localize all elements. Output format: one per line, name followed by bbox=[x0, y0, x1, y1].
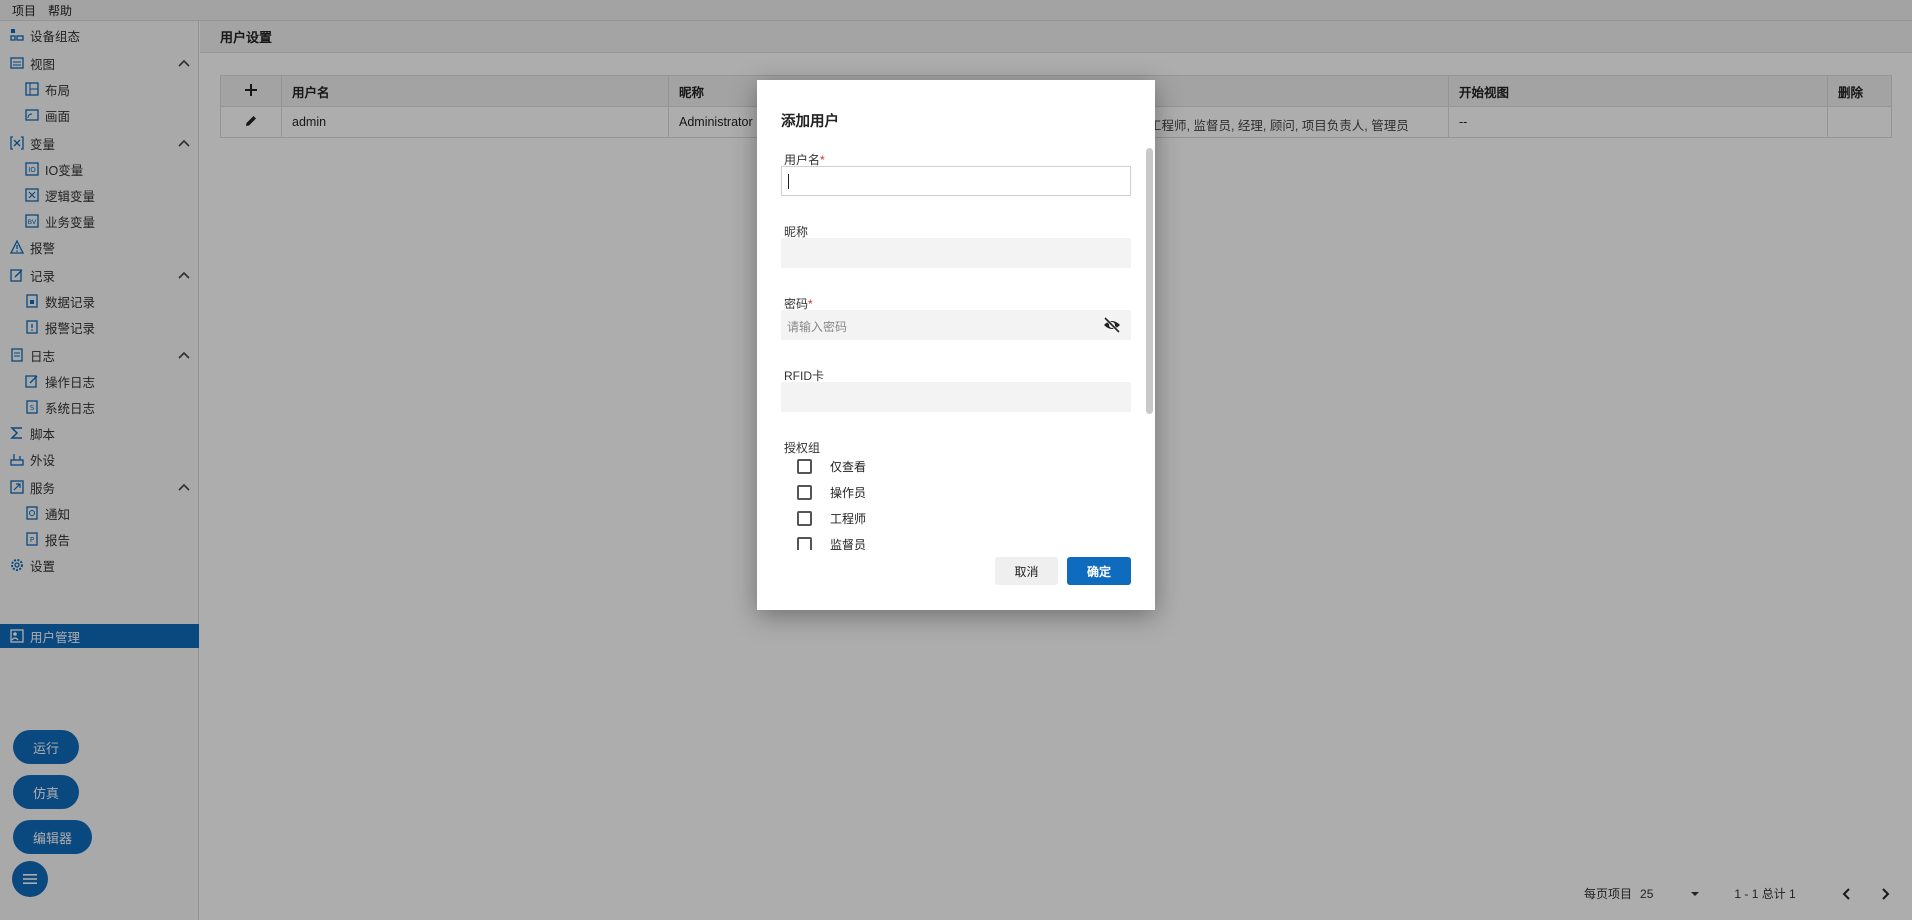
checkbox[interactable] bbox=[797, 484, 812, 500]
checkbox-label: 工程师 bbox=[830, 511, 867, 526]
eye-off-icon[interactable] bbox=[1103, 317, 1121, 333]
add-user-dialog: 添加用户 用户名* 昵称 密码* 请输入密码 RFID卡 授权组 仅查看 操作员… bbox=[757, 80, 1155, 610]
dialog-title: 添加用户 bbox=[781, 114, 839, 130]
group-checkbox-operator[interactable]: 操作员 bbox=[797, 482, 866, 502]
checkbox-label: 监督员 bbox=[830, 537, 867, 551]
groups-label: 授权组 bbox=[784, 441, 821, 455]
group-checkbox-view-only[interactable]: 仅查看 bbox=[797, 456, 866, 476]
checkbox-label: 操作员 bbox=[830, 485, 867, 500]
text-cursor bbox=[788, 174, 789, 189]
dialog-body: 用户名* 昵称 密码* 请输入密码 RFID卡 授权组 仅查看 操作员 工程师 … bbox=[757, 145, 1155, 550]
group-checkbox-supervisor[interactable]: 监督员 bbox=[797, 534, 866, 550]
checkbox[interactable] bbox=[797, 510, 812, 526]
checkbox-label: 仅查看 bbox=[830, 459, 867, 474]
nickname-input[interactable] bbox=[781, 238, 1131, 268]
cancel-button[interactable]: 取消 bbox=[995, 557, 1058, 585]
group-checkbox-engineer[interactable]: 工程师 bbox=[797, 508, 866, 528]
password-input[interactable]: 请输入密码 bbox=[781, 310, 1131, 340]
password-placeholder: 请输入密码 bbox=[787, 320, 848, 334]
confirm-button[interactable]: 确定 bbox=[1067, 557, 1131, 585]
username-input[interactable] bbox=[781, 166, 1131, 196]
checkbox[interactable] bbox=[797, 536, 812, 550]
rfid-input[interactable] bbox=[781, 382, 1131, 412]
checkbox[interactable] bbox=[797, 458, 812, 474]
dialog-scrollbar[interactable] bbox=[1146, 148, 1153, 414]
